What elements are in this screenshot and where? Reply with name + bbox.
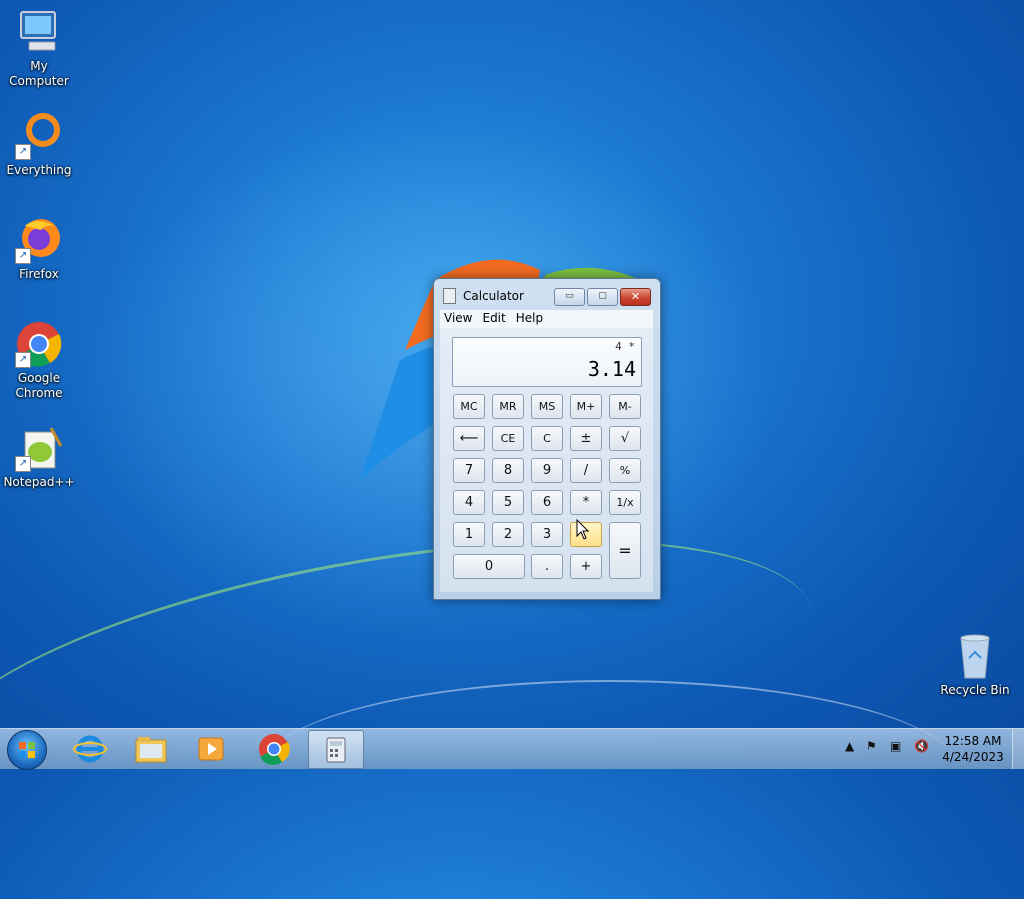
recycle-bin-icon	[951, 632, 999, 680]
action-center-flag-icon[interactable]: ⚑	[866, 739, 877, 753]
desktop-icon-google-chrome[interactable]: ↗ Google Chrome	[0, 320, 78, 401]
desktop-icon-label: Recycle Bin	[940, 683, 1010, 697]
window-title: Calculator	[463, 289, 524, 303]
desktop-icon-my-computer[interactable]: My Computer	[0, 8, 78, 89]
desktop-icon-label: Everything	[6, 163, 72, 177]
sqrt-button[interactable]: √	[609, 426, 641, 451]
m-plus-button[interactable]: M+	[570, 394, 602, 419]
desktop-icon-firefox[interactable]: ↗ Firefox	[0, 216, 78, 282]
multiply-button[interactable]: *	[570, 490, 602, 515]
value-readout: 3.14	[587, 357, 636, 381]
digit-9-button[interactable]: 9	[531, 458, 563, 483]
desktop-icon-notepadpp[interactable]: ↗ Notepad++	[0, 424, 78, 490]
network-icon[interactable]: ▣	[890, 739, 901, 753]
desktop-icon-recycle-bin[interactable]: Recycle Bin	[936, 632, 1014, 698]
media-player-icon	[198, 737, 224, 761]
shortcut-arrow-icon: ↗	[15, 456, 31, 472]
clear-entry-button[interactable]: CE	[492, 426, 524, 451]
digit-1-button[interactable]: 1	[453, 522, 485, 547]
divide-button[interactable]: /	[570, 458, 602, 483]
desktop-icon-label: Google Chrome	[15, 371, 63, 400]
clock-time: 12:58 AM	[944, 734, 1002, 748]
calculator-icon	[326, 737, 346, 763]
notepadpp-icon: ↗	[15, 424, 63, 472]
shortcut-arrow-icon: ↗	[15, 248, 31, 264]
taskbar-file-explorer[interactable]	[124, 730, 178, 767]
mc-button[interactable]: MC	[453, 394, 485, 419]
desktop-icon-label: Firefox	[19, 267, 59, 281]
show-hidden-icons-icon[interactable]: ▲	[845, 739, 854, 753]
digit-2-button[interactable]: 2	[492, 522, 524, 547]
calculator-window[interactable]: Calculator ▭ ▢ ✕ View Edit Help 4 * 3.14 M…	[433, 278, 661, 600]
computer-icon	[15, 8, 63, 56]
reciprocal-button[interactable]: 1/x	[609, 490, 641, 515]
taskbar-calculator[interactable]	[308, 730, 364, 769]
start-button[interactable]	[7, 730, 47, 770]
add-button[interactable]: +	[570, 554, 602, 579]
digit-8-button[interactable]: 8	[492, 458, 524, 483]
firefox-icon: ↗	[15, 216, 63, 264]
desktop-icon-label: My Computer	[9, 59, 69, 88]
taskbar-media-player[interactable]	[184, 730, 238, 767]
windows-flag-icon	[19, 742, 35, 758]
digit-7-button[interactable]: 7	[453, 458, 485, 483]
internet-explorer-icon	[73, 735, 107, 763]
digit-0-button[interactable]: 0	[453, 554, 525, 579]
shortcut-arrow-icon: ↗	[15, 144, 31, 160]
mr-button[interactable]: MR	[492, 394, 524, 419]
menu-help[interactable]: Help	[514, 310, 549, 325]
digit-6-button[interactable]: 6	[531, 490, 563, 515]
decimal-button[interactable]: .	[531, 554, 563, 579]
digit-3-button[interactable]: 3	[531, 522, 563, 547]
mouse-cursor-icon	[576, 519, 590, 540]
calculator-display: 4 * 3.14	[452, 337, 642, 387]
taskbar-chrome[interactable]	[247, 730, 301, 767]
desktop-icon-label: Notepad++	[3, 475, 75, 489]
wallpaper-swoosh-white	[260, 680, 960, 862]
ms-button[interactable]: MS	[531, 394, 563, 419]
taskbar-internet-explorer[interactable]	[63, 730, 117, 767]
everything-icon: ↗	[15, 112, 63, 160]
calculator-app-icon	[443, 288, 456, 304]
menu-bar: View Edit Help	[440, 310, 653, 328]
calculator-body: 4 * 3.14 MC MR MS M+ M- ⟵ CE C ± √ 7 8 9…	[440, 328, 653, 592]
desktop-icon-everything[interactable]: ↗ Everything	[0, 112, 78, 178]
digit-5-button[interactable]: 5	[492, 490, 524, 515]
clear-button[interactable]: C	[531, 426, 563, 451]
show-desktop-button[interactable]	[1012, 729, 1024, 769]
menu-view[interactable]: View	[442, 310, 478, 325]
maximize-button[interactable]: ▢	[587, 288, 618, 306]
chrome-icon: ↗	[15, 320, 63, 368]
shortcut-arrow-icon: ↗	[15, 352, 31, 368]
volume-muted-icon[interactable]: 🔇	[914, 739, 929, 753]
m-minus-button[interactable]: M-	[609, 394, 641, 419]
percent-button[interactable]: %	[609, 458, 641, 483]
calculator-titlebar[interactable]: Calculator ▭ ▢ ✕	[434, 279, 660, 311]
clock[interactable]: 12:58 AM 4/24/2023	[940, 733, 1006, 765]
minimize-button[interactable]: ▭	[554, 288, 585, 306]
menu-edit[interactable]: Edit	[480, 310, 511, 325]
equals-button[interactable]: =	[609, 522, 641, 579]
backspace-button[interactable]: ⟵	[453, 426, 485, 451]
taskbar: ▲ ⚑ ▣ 🔇 12:58 AM 4/24/2023	[0, 728, 1024, 770]
expression-readout: 4 *	[615, 340, 635, 353]
close-button[interactable]: ✕	[620, 288, 651, 306]
clock-date: 4/24/2023	[942, 750, 1004, 764]
negate-button[interactable]: ±	[570, 426, 602, 451]
chrome-icon	[259, 734, 290, 765]
file-explorer-icon	[135, 737, 167, 763]
digit-4-button[interactable]: 4	[453, 490, 485, 515]
